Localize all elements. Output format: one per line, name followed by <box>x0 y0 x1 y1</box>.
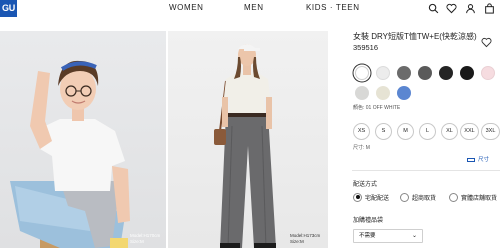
delivery-option-home[interactable]: 宅配配送 <box>353 192 390 203</box>
radio-unselected <box>449 192 458 202</box>
model-photo-sitting <box>10 60 130 248</box>
size-3xl[interactable]: 3XL <box>481 123 500 140</box>
size-guide-label: 尺寸 <box>478 157 490 163</box>
product-photo-1[interactable]: Model:H170cm Size:M <box>0 31 166 248</box>
size-xl[interactable]: XL <box>441 123 458 140</box>
color-swatch[interactable] <box>376 86 390 100</box>
color-swatch[interactable] <box>418 66 432 80</box>
size-guide-link[interactable]: 尺寸 <box>467 155 489 163</box>
divider <box>352 170 500 171</box>
option-label: 實體店舖取貨 <box>461 196 498 202</box>
selected-size-label: 尺寸: M <box>353 145 370 151</box>
model-height: Model:H173cm <box>290 233 321 238</box>
color-swatch[interactable] <box>355 86 369 100</box>
heart-icon[interactable] <box>446 3 457 14</box>
model-size: Size:M <box>130 238 144 244</box>
delivery-option-store-pickup[interactable]: 實體店舖取貨 <box>449 192 498 203</box>
bag-icon[interactable] <box>484 3 495 14</box>
color-swatch[interactable] <box>439 66 453 80</box>
radio-unselected <box>400 192 409 202</box>
size-s[interactable]: S <box>375 123 392 140</box>
model-size: Size:M <box>290 238 304 244</box>
top-header: GU WOMEN MEN KIDS · TEEN <box>0 0 500 17</box>
delivery-option-convenience-store[interactable]: 超商取貨 <box>400 192 437 203</box>
size-l[interactable]: L <box>419 123 436 140</box>
model-info: Model:H170cm Size:M <box>130 233 160 244</box>
model-height: Model:H170cm <box>130 233 161 238</box>
color-swatch-off-white[interactable] <box>355 66 369 80</box>
color-swatch[interactable] <box>460 66 474 80</box>
gift-bag-select[interactable]: 不需要 ⌄ <box>353 229 423 243</box>
selected-color-label: 顏色: 01 OFF WHITE <box>353 105 401 111</box>
gift-bag-value: 不需要 <box>359 233 376 239</box>
size-m[interactable]: M <box>397 123 414 140</box>
delivery-method-label: 配送方式 <box>353 182 378 188</box>
color-swatch[interactable] <box>376 66 390 80</box>
product-photo-2[interactable]: Model:H173cm Size:M <box>168 31 328 248</box>
search-icon[interactable] <box>428 3 439 14</box>
size-xxl[interactable]: XXL <box>460 123 479 140</box>
nav-kids-teen[interactable]: KIDS · TEEN <box>306 3 360 12</box>
brand-logo[interactable]: GU <box>0 0 17 17</box>
radio-selected <box>353 192 362 202</box>
color-swatch[interactable] <box>397 66 411 80</box>
product-code: 359516 <box>353 43 379 52</box>
gift-bag-label: 加購禮品袋 <box>353 218 384 224</box>
user-icon[interactable] <box>465 3 476 14</box>
chevron-down-icon: ⌄ <box>411 233 417 239</box>
model-info: Model:H173cm Size:M <box>290 233 320 244</box>
ruler-icon <box>467 157 475 162</box>
color-swatch[interactable] <box>397 86 411 100</box>
model-photo-standing <box>214 44 276 248</box>
product-title: 女裝 DRY短版T恤TW+E(快乾涼感) <box>353 32 477 41</box>
product-panel: 女裝 DRY短版T恤TW+E(快乾涼感) 359516 顏色: 01 OFF W… <box>352 31 500 248</box>
favorite-heart-icon[interactable] <box>481 37 492 48</box>
nav-women[interactable]: WOMEN <box>169 3 204 12</box>
color-swatch[interactable] <box>481 66 495 80</box>
nav-men[interactable]: MEN <box>244 3 264 12</box>
option-label: 超商取貨 <box>412 196 437 202</box>
option-label: 宅配配送 <box>365 196 390 202</box>
size-xs[interactable]: XS <box>353 123 370 140</box>
